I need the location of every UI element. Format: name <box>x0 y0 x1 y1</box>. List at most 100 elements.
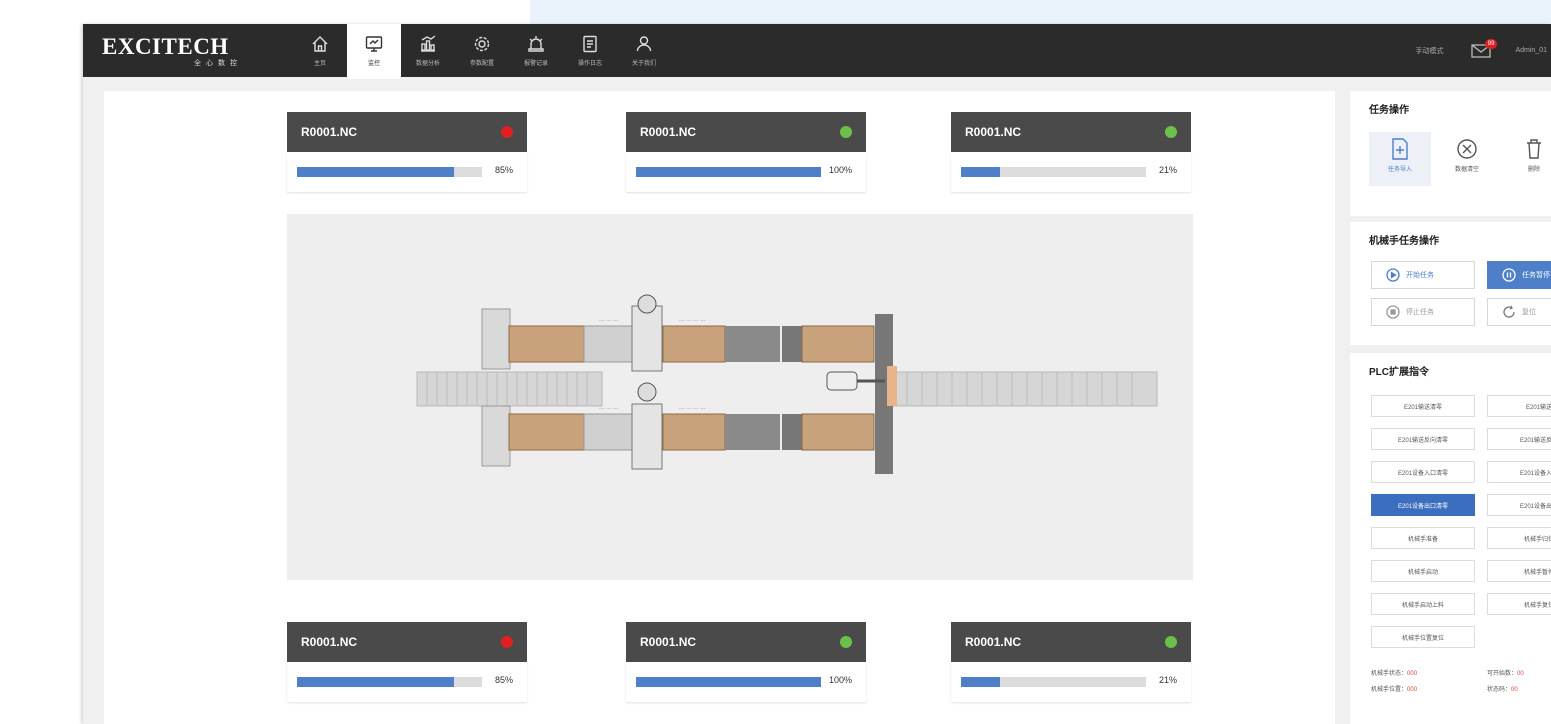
machine-card[interactable]: R0001.NC 21% <box>951 112 1191 192</box>
status-indicator <box>1165 636 1177 648</box>
nav-item-log[interactable]: 操作日志 <box>563 24 617 77</box>
panel-title: PLC扩展指令 <box>1369 367 1429 378</box>
task-button-label: 删除 <box>1527 167 1540 173</box>
top-bar: EXCITECH 全心数控 主页 监控 数据分析 参数配置 报警记录 操作日志 … <box>83 24 1551 79</box>
progress-bar <box>961 677 1146 687</box>
status-label: 机械手位置： <box>1371 687 1408 693</box>
nav-item-settings[interactable]: 参数配置 <box>455 24 509 77</box>
progress-bar <box>297 677 482 687</box>
nav-item-alarm[interactable]: 报警记录 <box>509 24 563 77</box>
machine-card[interactable]: R0001.NC 21% <box>951 622 1191 702</box>
monitor-icon <box>365 36 383 52</box>
task-operations-panel: 任务操作 任务导入 数据清空 删除 <box>1350 91 1551 216</box>
status-value: 000 <box>1407 687 1418 693</box>
svg-text:--- --- ---: --- --- --- <box>599 318 619 324</box>
machine-card[interactable]: R0001.NC 100% <box>626 622 866 702</box>
nav-label: 操作日志 <box>577 61 602 67</box>
progress-fill <box>297 167 455 177</box>
progress-fill <box>636 167 821 177</box>
refresh-icon <box>1503 305 1515 318</box>
status-indicator <box>840 126 852 138</box>
svg-text:--- --- --- ---: --- --- --- --- <box>679 406 706 412</box>
plc-command-button[interactable]: 机械手归位 <box>1487 527 1551 549</box>
progress-label: 21% <box>1158 675 1177 685</box>
progress-label: 85% <box>494 675 513 685</box>
control-sidebar: 任务操作 任务导入 数据清空 删除 机械手任务操作 开始任务 任务暂停 停止任务… <box>1350 91 1551 724</box>
progress-bar <box>636 677 821 687</box>
status-label: 状态码： <box>1487 687 1512 693</box>
status-readout: 状态码：00 <box>1487 684 1518 693</box>
play-icon <box>1386 268 1400 282</box>
robot-button-label: 任务暂停 <box>1522 272 1550 279</box>
machine-card[interactable]: R0001.NC 100% <box>626 112 866 192</box>
robot-button-label: 开始任务 <box>1406 272 1434 279</box>
plc-command-button[interactable]: 机械手启动 <box>1371 560 1475 582</box>
task-button-label: 任务导入 <box>1387 167 1412 173</box>
machine-card[interactable]: R0001.NC 85% <box>287 112 527 192</box>
monitor-panel: R0001.NC 85% R0001.NC 100% R0001.NC 21% … <box>104 91 1335 724</box>
plc-command-button[interactable]: 机械手暂停 <box>1487 560 1551 582</box>
status-label: 机械手状态： <box>1371 671 1408 677</box>
nav-item-home[interactable]: 主页 <box>293 24 347 77</box>
plc-command-button[interactable]: E201设备出口 <box>1487 494 1551 516</box>
production-line-diagram: --- --- --- --- --- --- --- --- --- --- … <box>416 294 1158 474</box>
nav-item-about[interactable]: 关于我们 <box>617 24 671 77</box>
machine-card-body: 21% <box>951 152 1191 192</box>
plc-command-button[interactable]: E201输送反向清零 <box>1371 428 1475 450</box>
pause-task-button[interactable]: 任务暂停 <box>1487 261 1551 289</box>
machine-card-header: R0001.NC <box>287 112 527 152</box>
plc-command-button[interactable]: 机械手复位 <box>1487 593 1551 615</box>
progress-label: 21% <box>1158 165 1177 175</box>
user-name[interactable]: Admin_01 <box>1515 47 1547 54</box>
logo[interactable]: EXCITECH 全心数控 <box>102 35 252 68</box>
machine-card[interactable]: R0001.NC 85% <box>287 622 527 702</box>
status-indicator <box>501 126 513 138</box>
plc-command-button[interactable]: E201输送清零 <box>1371 395 1475 417</box>
plc-command-button[interactable]: E201输送反向 <box>1487 428 1551 450</box>
status-readout: 机械手位置：000 <box>1371 684 1417 693</box>
machine-card-body: 85% <box>287 152 527 192</box>
progress-bar <box>636 167 821 177</box>
stop-task-button[interactable]: 停止任务 <box>1371 298 1475 326</box>
plc-command-button[interactable]: E201输送 <box>1487 395 1551 417</box>
plc-command-button[interactable]: E201设备入口清零 <box>1371 461 1475 483</box>
plc-command-button[interactable]: 机械手启动上料 <box>1371 593 1475 615</box>
machine-card-body: 100% <box>626 662 866 702</box>
machine-card-header: R0001.NC <box>626 112 866 152</box>
nav-label: 数据分析 <box>415 61 440 67</box>
plc-command-button[interactable]: E201设备出口清零 <box>1371 494 1475 516</box>
nav-item-monitor[interactable]: 监控 <box>347 24 401 79</box>
delete-icon <box>1527 139 1541 159</box>
status-readout: 机械手状态：000 <box>1371 668 1417 677</box>
background-tint <box>530 0 1551 24</box>
nav-label: 参数配置 <box>469 61 494 67</box>
mail-button[interactable]: 99 <box>1471 38 1498 59</box>
task-import-button[interactable]: 任务导入 <box>1369 132 1431 186</box>
machine-file-name: R0001.NC <box>301 635 358 649</box>
plc-command-button[interactable]: 机械手准备 <box>1371 527 1475 549</box>
pause-icon <box>1502 268 1516 282</box>
data-clear-button[interactable]: 数据清空 <box>1436 132 1498 186</box>
progress-fill <box>297 677 455 687</box>
machine-card-body: 21% <box>951 662 1191 702</box>
plc-command-button[interactable]: E201设备入口 <box>1487 461 1551 483</box>
machine-card-header: R0001.NC <box>951 112 1191 152</box>
start-task-button[interactable]: 开始任务 <box>1371 261 1475 289</box>
progress-fill <box>961 167 1000 177</box>
svg-text:--- --- --- ---: --- --- --- --- <box>679 318 706 324</box>
status-value: 000 <box>1407 671 1418 677</box>
stop-icon <box>1386 305 1400 319</box>
delete-button[interactable]: 删除 <box>1503 132 1551 186</box>
nav-item-analysis[interactable]: 数据分析 <box>401 24 455 77</box>
mode-link[interactable]: 手动模式 <box>1415 46 1443 56</box>
plc-command-button[interactable]: 机械手位置复位 <box>1371 626 1475 648</box>
progress-fill <box>961 677 1000 687</box>
reset-button[interactable]: 复位 <box>1487 298 1551 326</box>
progress-bar <box>961 167 1146 177</box>
status-indicator <box>1165 126 1177 138</box>
plc-commands-panel: PLC扩展指令 E201输送清零 E201输送 E201输送反向清零 E201输… <box>1350 353 1551 724</box>
svg-text:--- --- ---: --- --- --- <box>599 406 619 412</box>
robot-button-label: 停止任务 <box>1406 309 1434 316</box>
mail-badge: 99 <box>1484 38 1498 49</box>
machine-card-body: 85% <box>287 662 527 702</box>
